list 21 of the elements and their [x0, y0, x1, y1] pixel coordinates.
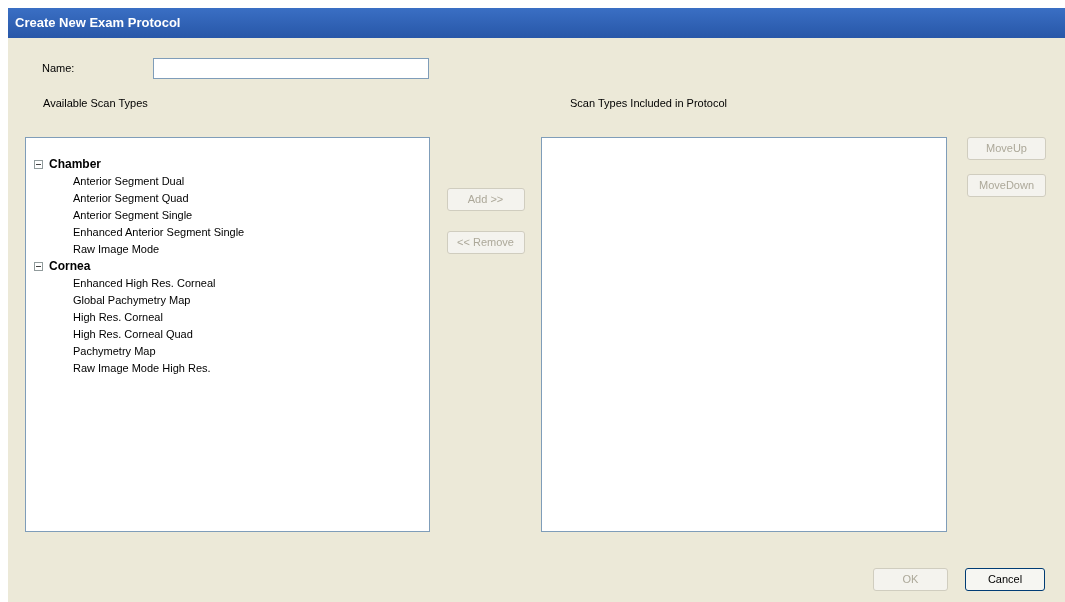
- tree-item[interactable]: High Res. Corneal: [34, 308, 163, 326]
- field-label: Name:: [42, 61, 76, 77]
- tree-item[interactable]: Anterior Segment Dual: [34, 172, 185, 190]
- tree-group[interactable]: Chamber: [34, 155, 429, 173]
- tree-item[interactable]: Enhanced High Res. Corneal: [34, 274, 216, 292]
- tree-item[interactable]: Raw Image Mode High Res.: [34, 359, 211, 377]
- tree-group[interactable]: Cornea: [34, 257, 429, 275]
- collapse-icon[interactable]: [34, 159, 43, 169]
- section-heading: Scan Types Included in Protocol: [570, 96, 727, 111]
- name-field[interactable]: [153, 58, 429, 79]
- tree-item[interactable]: Global Pachymetry Map: [34, 291, 191, 309]
- tree-item[interactable]: Raw Image Mode: [34, 240, 160, 258]
- dialog-button[interactable]: Cancel: [965, 567, 1045, 591]
- tree-item[interactable]: Anterior Segment Quad: [34, 189, 189, 207]
- tree-item[interactable]: Enhanced Anterior Segment Single: [34, 223, 245, 241]
- window-title: Create New Exam Protocol: [15, 14, 181, 33]
- tree-item[interactable]: High Res. Corneal Quad: [34, 325, 193, 343]
- section-heading: Available Scan Types: [43, 96, 149, 111]
- tree-item[interactable]: Pachymetry Map: [34, 342, 156, 360]
- tree-item[interactable]: Anterior Segment Single: [34, 206, 193, 224]
- collapse-icon[interactable]: [34, 261, 43, 271]
